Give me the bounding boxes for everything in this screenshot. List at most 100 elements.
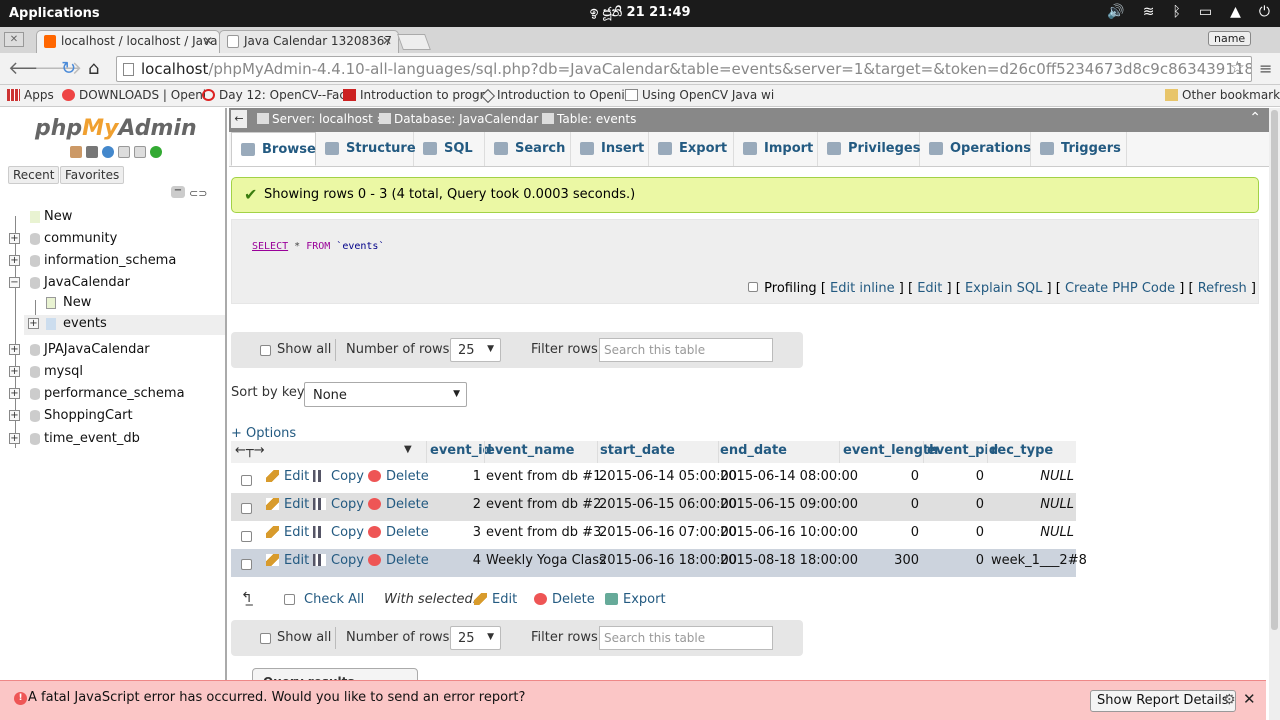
cell-event-id[interactable]: 2: [461, 497, 481, 512]
tree-item-information-schema[interactable]: + information_schema: [0, 252, 225, 272]
applications-menu[interactable]: Applications: [9, 6, 100, 21]
docs-icon[interactable]: [118, 146, 130, 158]
tab-insert[interactable]: Insert: [571, 132, 649, 166]
copy-row-button[interactable]: Copy: [313, 553, 364, 568]
cell-end-date[interactable]: 2015-06-14 08:00:00: [720, 469, 858, 484]
cell-event-id[interactable]: 3: [461, 525, 481, 540]
cell-rec-type[interactable]: NULL: [991, 469, 1074, 484]
col-header-event-name[interactable]: event_name: [486, 443, 574, 458]
row-checkbox[interactable]: [241, 559, 252, 570]
bookmark-intro-prog[interactable]: Introduction to progr: [343, 88, 485, 102]
column-visibility-dropdown-icon[interactable]: ▼: [404, 444, 412, 455]
expand-icon[interactable]: +: [9, 344, 20, 355]
cell-end-date[interactable]: 2015-06-15 09:00:00: [720, 497, 858, 512]
tree-item-shoppingcart[interactable]: + ShoppingCart: [0, 407, 225, 427]
cell-event-name[interactable]: event from db #2: [486, 497, 601, 512]
col-header-rec-type[interactable]: rec_type: [991, 443, 1053, 458]
tab-operations[interactable]: Operations: [920, 132, 1031, 166]
cell-event-length[interactable]: 300: [851, 553, 919, 568]
cell-event-pid[interactable]: 0: [931, 525, 984, 540]
create-php-code-link[interactable]: Create PHP Code: [1065, 281, 1175, 296]
refresh-link[interactable]: Refresh: [1198, 281, 1247, 296]
bookmark-star-icon[interactable]: ☆: [1230, 58, 1245, 78]
cell-end-date[interactable]: 2015-08-18 18:00:00: [720, 553, 858, 568]
copy-row-button[interactable]: Copy: [313, 469, 364, 484]
row-checkbox[interactable]: [241, 475, 252, 486]
cell-event-name[interactable]: Weekly Yoga Class: [486, 553, 606, 568]
delete-row-button[interactable]: Delete: [368, 469, 429, 484]
profile-button[interactable]: name: [1208, 31, 1252, 46]
show-all-checkbox[interactable]: [260, 633, 271, 644]
edit-inline-link[interactable]: Edit inline: [830, 281, 895, 296]
tab-recent[interactable]: Recent: [8, 166, 60, 184]
help-icon[interactable]: [102, 146, 114, 158]
breadcrumb-database[interactable]: Database: JavaCalendar »: [379, 112, 550, 126]
cell-event-pid[interactable]: 0: [931, 497, 984, 512]
cell-event-pid[interactable]: 0: [931, 553, 984, 568]
home-icon[interactable]: ⌂: [88, 58, 99, 79]
tab-triggers[interactable]: Triggers: [1031, 132, 1127, 166]
expand-icon[interactable]: +: [9, 233, 20, 244]
link-with-main-icon[interactable]: ⊂⊃: [189, 187, 207, 200]
window-close-icon[interactable]: ✕: [4, 32, 24, 47]
row-checkbox[interactable]: [241, 531, 252, 542]
tab-export[interactable]: Export: [649, 132, 734, 166]
tab-import[interactable]: Import: [734, 132, 818, 166]
scroll-top-icon[interactable]: ⌃: [1249, 110, 1261, 126]
check-all-checkbox[interactable]: [284, 594, 295, 605]
copy-row-button[interactable]: Copy: [313, 497, 364, 512]
browser-menu-icon[interactable]: ≡: [1259, 59, 1272, 78]
cell-event-pid[interactable]: 0: [931, 469, 984, 484]
bookmark-apps[interactable]: Apps: [7, 88, 54, 102]
reload-icon[interactable]: ↻: [61, 58, 76, 79]
cell-start-date[interactable]: 2015-06-14 05:00:00: [599, 469, 737, 484]
scrollbar-thumb[interactable]: [1271, 110, 1278, 630]
cell-event-length[interactable]: 0: [851, 469, 919, 484]
cell-rec-type[interactable]: NULL: [991, 497, 1074, 512]
cell-rec-type[interactable]: NULL: [991, 525, 1074, 540]
volume-icon[interactable]: 🔊: [1107, 4, 1124, 20]
collapse-all-icon[interactable]: −: [171, 186, 185, 198]
collapse-icon[interactable]: −: [9, 277, 20, 288]
filter-rows-input[interactable]: Search this table: [599, 338, 773, 362]
phpmyadmin-logo[interactable]: phpMyAdmin: [35, 116, 197, 141]
sql-query-text[interactable]: SELECT * FROM `events`: [252, 241, 384, 252]
settings-icon[interactable]: [134, 146, 146, 158]
edit-link[interactable]: Edit: [917, 281, 942, 296]
edit-row-button[interactable]: Edit: [266, 497, 309, 512]
filter-rows-input[interactable]: Search this table: [599, 626, 773, 650]
bookmark-intro-open[interactable]: Introduction to Openi: [480, 88, 625, 104]
bluetooth-icon[interactable]: ᛒ: [1173, 4, 1181, 20]
wifi-icon[interactable]: ≋: [1143, 4, 1155, 20]
col-header-end-date[interactable]: end_date: [720, 443, 787, 458]
address-bar[interactable]: localhost/phpMyAdmin-4.4.10-all-language…: [116, 56, 1252, 82]
profiling-checkbox[interactable]: [748, 282, 759, 292]
show-report-details-button[interactable]: Show Report Details: [1090, 690, 1236, 712]
reload-nav-icon[interactable]: [150, 146, 162, 158]
cell-start-date[interactable]: 2015-06-16 18:00:00: [599, 553, 737, 568]
cell-end-date[interactable]: 2015-06-16 10:00:00: [720, 525, 858, 540]
bulk-delete-button[interactable]: Delete: [534, 592, 595, 607]
col-header-start-date[interactable]: start_date: [600, 443, 675, 458]
delete-row-button[interactable]: Delete: [368, 497, 429, 512]
tab-close-icon[interactable]: ✕: [203, 34, 213, 48]
other-bookmarks[interactable]: Other bookmarks: [1165, 88, 1280, 102]
edit-row-button[interactable]: Edit: [266, 469, 309, 484]
cell-event-length[interactable]: 0: [851, 525, 919, 540]
bookmark-day12[interactable]: Day 12: OpenCV--Face: [202, 88, 353, 102]
tree-item-mysql[interactable]: + mysql: [0, 363, 225, 383]
row-checkbox[interactable]: [241, 503, 252, 514]
expand-icon[interactable]: +: [9, 433, 20, 444]
tab-close-icon[interactable]: ✕: [382, 34, 392, 48]
edit-row-button[interactable]: Edit: [266, 553, 309, 568]
number-of-rows-select[interactable]: 25 ▼: [450, 338, 501, 362]
options-link[interactable]: + Options: [231, 426, 296, 441]
bookmark-opencv-java[interactable]: Using OpenCV Java wi: [625, 88, 774, 102]
collapse-nav-icon[interactable]: ←: [231, 110, 247, 128]
edit-row-button[interactable]: Edit: [266, 525, 309, 540]
notifications-icon[interactable]: ▲: [1230, 4, 1241, 20]
battery-icon[interactable]: ▭: [1199, 4, 1212, 20]
breadcrumb-table[interactable]: Table: events: [542, 112, 636, 126]
col-header-event-length[interactable]: event_length: [843, 443, 938, 458]
check-all-link[interactable]: Check All: [304, 592, 364, 607]
